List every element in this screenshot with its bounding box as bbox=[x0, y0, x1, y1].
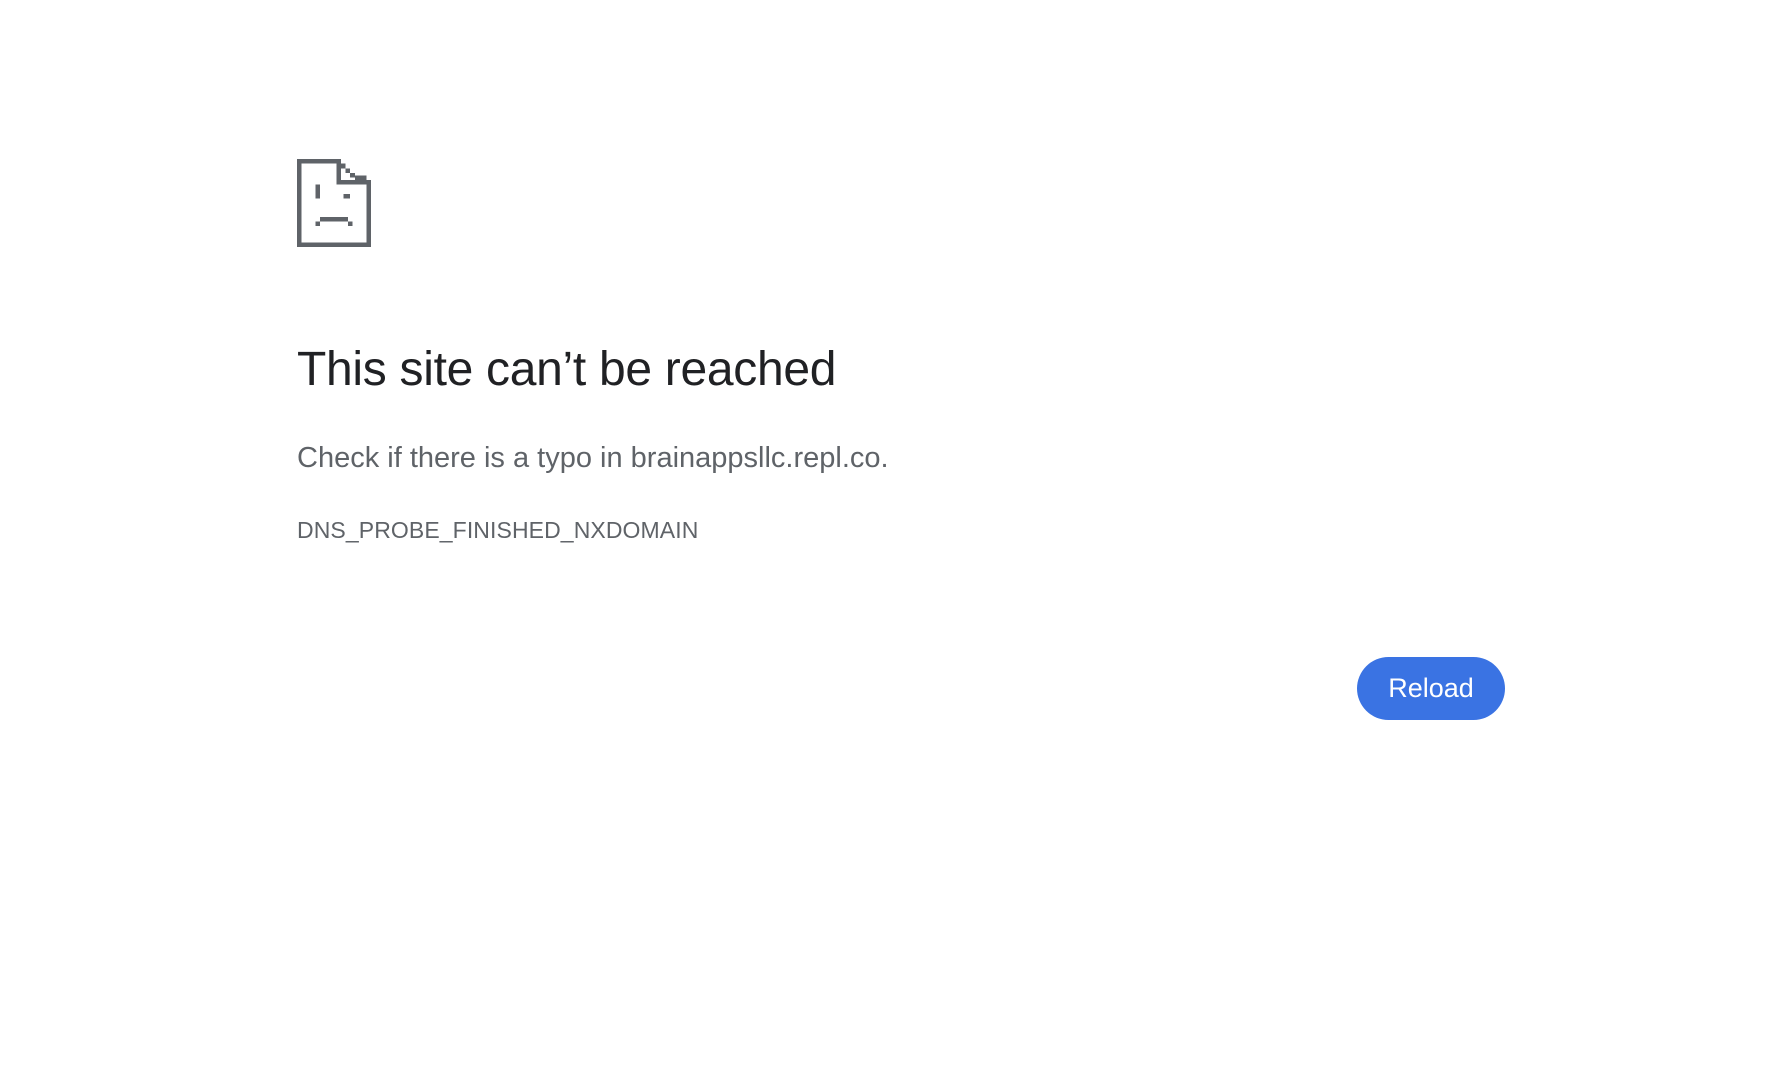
reload-button[interactable]: Reload bbox=[1357, 657, 1505, 720]
typo-suggestion: Check if there is a typo in brainappsllc… bbox=[297, 442, 889, 474]
error-code: DNS_PROBE_FINISHED_NXDOMAIN bbox=[297, 517, 699, 543]
sad-page-icon bbox=[297, 158, 371, 248]
error-page: This site can’t be reached Check if ther… bbox=[0, 0, 1766, 1072]
page-title: This site can’t be reached bbox=[297, 343, 837, 396]
